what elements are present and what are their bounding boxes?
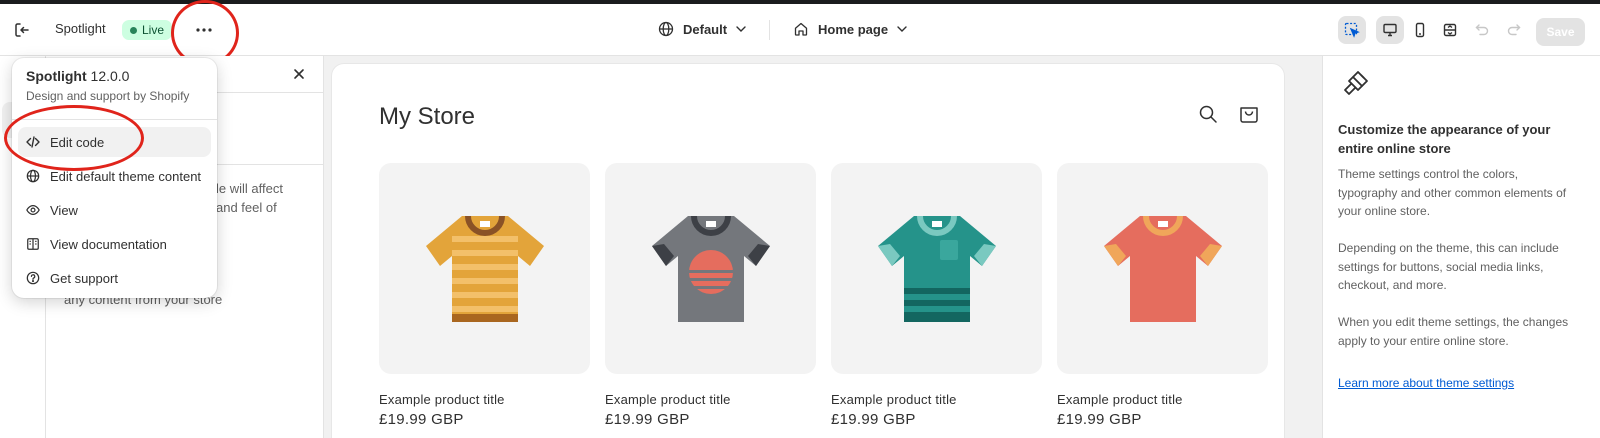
menu-item-label: Get support — [50, 270, 118, 286]
fullscreen-view-button[interactable] — [1436, 16, 1464, 44]
redo-icon — [1507, 24, 1521, 36]
product-image[interactable] — [831, 163, 1042, 374]
editor-topbar: Spotlight Live Default Home page Save — [0, 0, 1600, 66]
tshirt-icon — [425, 215, 544, 322]
product-price: £19.99 GBP — [379, 411, 464, 428]
fullscreen-icon — [1443, 23, 1457, 37]
viewport-group — [1376, 16, 1464, 44]
annotation-circle-edit-code — [4, 105, 144, 171]
store-preview: My Store Example product title £19.99 GB… — [332, 64, 1284, 438]
select-cursor-icon — [1344, 22, 1360, 38]
product-title[interactable]: Example product title — [831, 392, 1042, 407]
globe-icon — [26, 169, 40, 183]
desktop-icon — [1383, 23, 1397, 37]
search-icon[interactable] — [1198, 104, 1218, 124]
page-select-label: Home page — [818, 21, 889, 37]
home-icon — [794, 22, 808, 36]
paintbrush-icon — [1341, 68, 1371, 98]
product-image[interactable] — [1057, 163, 1268, 374]
tshirt-icon — [877, 215, 996, 322]
inspector-paragraph: Theme settings control the colors, typog… — [1338, 167, 1567, 218]
status-badge-label: Live — [142, 23, 165, 37]
template-select-label: Default — [683, 21, 728, 37]
menu-title: Spotlight 12.0.0 — [26, 68, 129, 84]
product-price: £19.99 GBP — [831, 411, 916, 428]
globe-icon — [658, 21, 674, 37]
menu-version: 12.0.0 — [90, 68, 130, 84]
product-price: £19.99 GBP — [1057, 411, 1142, 428]
toolbar-tools — [1338, 16, 1528, 44]
redo-button[interactable] — [1500, 16, 1528, 44]
product-title[interactable]: Example product title — [605, 392, 816, 407]
panel-text-1: le will affect and feel of — [216, 181, 283, 215]
chevron-down-icon — [897, 26, 907, 32]
menu-item-get-support[interactable]: Get support — [18, 263, 211, 293]
menu-item-label: View documentation — [50, 236, 167, 252]
status-badge: Live — [122, 20, 173, 40]
menu-theme-name: Spotlight — [26, 68, 87, 84]
product-price: £19.99 GBP — [605, 411, 690, 428]
template-select[interactable]: Default — [658, 21, 746, 37]
inspector-paragraph: When you edit theme settings, the change… — [1338, 315, 1569, 348]
chevron-down-icon — [736, 26, 746, 32]
product-card[interactable]: Example product title £19.99 GBP — [1057, 163, 1268, 428]
product-image[interactable] — [379, 163, 590, 374]
tshirt-icon — [1103, 215, 1222, 322]
desktop-view-button[interactable] — [1376, 16, 1404, 44]
inspector-toggle-button[interactable] — [1338, 16, 1366, 44]
menu-item-label: View — [50, 202, 78, 218]
theme-actions-menu: Spotlight 12.0.0 Design and support by S… — [12, 58, 217, 298]
menu-subtitle: Design and support by Shopify — [26, 89, 190, 103]
tshirt-icon — [651, 215, 770, 322]
undo-button[interactable] — [1468, 16, 1496, 44]
store-name[interactable]: My Store — [379, 103, 475, 131]
learn-more-link[interactable]: Learn more about theme settings — [1338, 376, 1514, 390]
product-card[interactable]: Example product title £19.99 GBP — [605, 163, 816, 428]
page-select[interactable]: Home page — [793, 21, 907, 37]
inspector-panel: Customize the appearance of your entire … — [1322, 56, 1600, 438]
undo-icon — [1475, 24, 1489, 36]
close-icon[interactable] — [291, 66, 307, 82]
product-title[interactable]: Example product title — [1057, 392, 1268, 407]
mobile-icon — [1415, 22, 1425, 38]
save-button[interactable]: Save — [1536, 18, 1585, 46]
product-card[interactable]: Example product title £19.99 GBP — [831, 163, 1042, 428]
cart-icon[interactable] — [1238, 103, 1260, 125]
product-image[interactable] — [605, 163, 816, 374]
inspector-title: Customize the appearance of your entire … — [1338, 122, 1551, 156]
product-card[interactable]: Example product title £19.99 GBP — [379, 163, 590, 428]
exit-icon[interactable] — [12, 20, 32, 40]
product-title[interactable]: Example product title — [379, 392, 590, 407]
menu-item-view[interactable]: View — [18, 195, 211, 225]
eye-icon — [26, 205, 40, 215]
inspector-paragraph: Depending on the theme, this can include… — [1338, 241, 1559, 292]
menu-item-view-documentation[interactable]: View documentation — [18, 229, 211, 259]
book-icon — [27, 238, 39, 250]
theme-name: Spotlight — [55, 21, 106, 36]
mobile-view-button[interactable] — [1406, 16, 1434, 44]
question-circle-icon — [26, 271, 40, 285]
divider — [769, 20, 770, 40]
status-dot-icon — [130, 26, 137, 34]
